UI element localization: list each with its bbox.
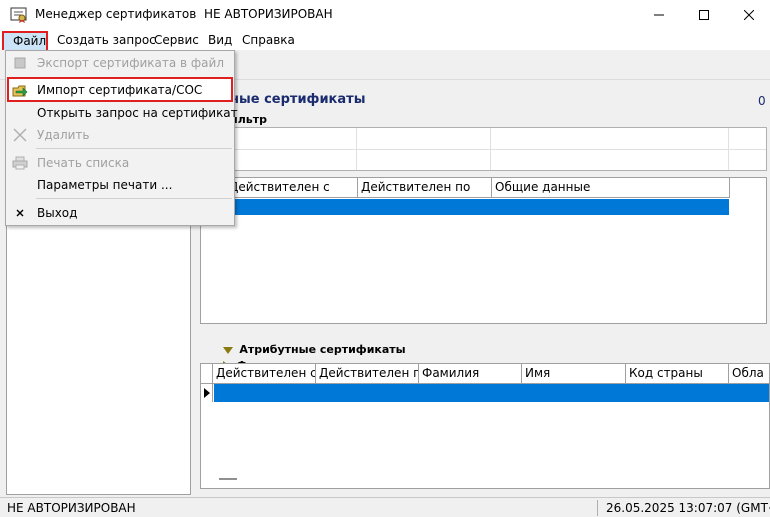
- export-icon: [14, 57, 26, 69]
- selected-row[interactable]: [214, 384, 769, 402]
- certificates-table[interactable]: Действителен с Действителен по Общие дан…: [200, 177, 767, 324]
- filter-grid-line: [728, 128, 729, 170]
- certificates-section-title: ные сертификаты: [230, 92, 366, 107]
- column-header-last-name[interactable]: Фамилия: [419, 364, 522, 384]
- maximize-button[interactable]: [681, 0, 727, 30]
- close-x-icon: [16, 209, 24, 217]
- menu-item-print-list[interactable]: Печать списка: [6, 153, 234, 173]
- certificate-app-icon: [10, 7, 27, 23]
- menu-create-request[interactable]: Создать запрос: [57, 33, 156, 47]
- printer-icon: [12, 156, 28, 170]
- menu-service[interactable]: Сервис: [154, 33, 199, 47]
- minimize-button[interactable]: [636, 0, 682, 30]
- status-bar: НЕ АВТОРИЗИРОВАН 26.05.2025 13:07:07 (GM…: [0, 497, 770, 517]
- menu-item-label: Импорт сертификата/СОС: [37, 83, 203, 97]
- column-header-general-data[interactable]: Общие данные: [492, 178, 730, 198]
- menu-item-exit[interactable]: Выход: [6, 203, 234, 223]
- column-header-valid-from[interactable]: Действителен с: [213, 364, 316, 384]
- menu-file-label: Файл: [13, 34, 47, 48]
- menu-item-print-settings[interactable]: Параметры печати ...: [6, 175, 234, 195]
- status-datetime: 26.05.2025 13:07:07 (GMT+3): [606, 501, 770, 515]
- menu-item-export[interactable]: Экспорт сертификата в файл: [6, 53, 234, 73]
- close-button[interactable]: [726, 0, 770, 30]
- menu-item-open-request[interactable]: Открыть запрос на сертификат: [6, 103, 238, 123]
- row-indicator-icon: [201, 384, 213, 402]
- delete-x-icon: [13, 128, 27, 142]
- column-header-first-name[interactable]: Имя: [522, 364, 626, 384]
- menu-item-label: Выход: [37, 206, 78, 220]
- menu-item-import[interactable]: Импорт сертификата/СОС: [6, 80, 234, 100]
- filter-grid-line: [356, 128, 357, 170]
- menu-item-label: Открыть запрос на сертификат: [37, 106, 238, 120]
- menu-view[interactable]: Вид: [208, 33, 232, 47]
- scrollbar-handle[interactable]: [219, 478, 237, 480]
- column-header-valid-to[interactable]: Действителен по: [358, 178, 492, 198]
- window-title: Менеджер сертификатов НЕ АВТОРИЗИРОВАН: [35, 7, 333, 21]
- menu-item-label: Экспорт сертификата в файл: [37, 56, 225, 70]
- certificates-filter-grid[interactable]: [200, 127, 767, 171]
- row-indicator-header: [201, 364, 213, 384]
- menu-item-label: Удалить: [37, 128, 90, 142]
- file-menu-dropdown: Экспорт сертификата в файл Импорт сертиф…: [5, 50, 238, 226]
- selected-row[interactable]: [229, 199, 729, 215]
- menu-separator: [36, 198, 232, 199]
- title-bar: Менеджер сертификатов НЕ АВТОРИЗИРОВАН: [0, 0, 770, 30]
- minimize-icon: [654, 14, 664, 16]
- menu-item-delete[interactable]: Удалить: [6, 125, 234, 145]
- column-header-region[interactable]: Обла: [729, 364, 769, 384]
- import-icon: [12, 85, 28, 97]
- menu-item-label: Параметры печати ...: [37, 178, 173, 192]
- menu-bar: Файл Создать запрос Сервис Вид Справка: [0, 30, 770, 52]
- close-icon: [744, 10, 754, 20]
- column-header-country-code[interactable]: Код страны: [626, 364, 729, 384]
- column-header-valid-to[interactable]: Действителен по: [316, 364, 419, 384]
- filter-grid-line: [490, 128, 491, 170]
- status-separator: [597, 500, 598, 516]
- menu-item-label: Печать списка: [37, 156, 130, 170]
- maximize-icon: [699, 10, 709, 20]
- certificates-count: 0: [758, 94, 766, 108]
- status-auth: НЕ АВТОРИЗИРОВАН: [7, 501, 136, 515]
- menu-separator: [36, 148, 232, 149]
- attribute-certificates-table[interactable]: Действителен с Действителен по Фамилия И…: [200, 363, 770, 489]
- menu-file[interactable]: Файл: [2, 31, 48, 52]
- filter-grid-line: [201, 149, 766, 150]
- menu-help[interactable]: Справка: [242, 33, 295, 47]
